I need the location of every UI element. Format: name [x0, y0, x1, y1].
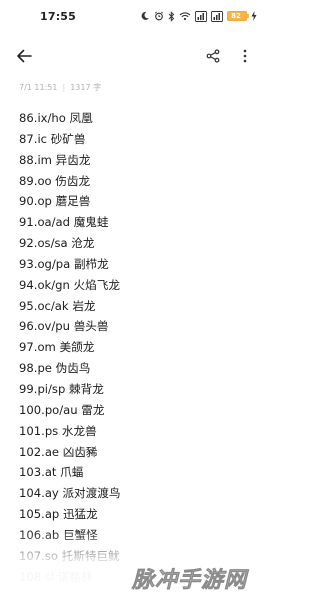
note-line: 98.pe 伪齿鸟: [19, 361, 91, 376]
note-toolbar: [0, 38, 269, 74]
share-button[interactable]: [201, 44, 225, 68]
note-line: 97.om 美颌龙: [19, 340, 95, 355]
charging-icon: [251, 10, 257, 22]
note-line: 93.og/pa 副栉龙: [19, 256, 109, 271]
status-time: 17:55: [40, 10, 77, 23]
note-line: 90.op 蘑足兽: [19, 194, 91, 209]
note-line: 87.ic 砂矿兽: [19, 131, 86, 146]
note-meta: 7/1 11:51 | 1317 字: [19, 82, 101, 93]
note-line: 92.os/sa 沧龙: [19, 236, 95, 251]
note-line: 95.oc/ak 岩龙: [19, 298, 96, 313]
note-line: 102.ae 凶齿豨: [19, 444, 98, 459]
moon-icon: [140, 10, 150, 22]
arrow-left-icon: [17, 49, 32, 63]
signal-bars-icon: [211, 10, 223, 22]
watermark-text: 脉冲手游网: [132, 568, 248, 594]
share-icon: [206, 49, 220, 63]
watermark: 脉冲手游网: [132, 558, 266, 598]
note-line: 91.oa/ad 魔鬼蛙: [19, 215, 109, 230]
battery-indicator: 82: [227, 11, 249, 21]
note-line: 104.ay 派对渡渡鸟: [19, 486, 121, 501]
note-line: 106.ab 巨蟹怪: [19, 527, 98, 542]
note-body[interactable]: 86.ix/ho 凤凰 87.ic 砂矿兽 88.im 异齿龙 89.oo 伤齿…: [19, 108, 259, 587]
note-line: 100.po/au 雷龙: [19, 402, 105, 417]
battery-icon: 82: [227, 10, 249, 22]
bluetooth-icon: [168, 10, 175, 22]
more-options-button[interactable]: [235, 44, 255, 68]
note-date: 7/1 11:51: [19, 83, 58, 92]
note-line: 99.pi/sp 棘背龙: [19, 381, 104, 396]
note-line: 105.ap 迅猛龙: [19, 507, 98, 522]
note-line: 86.ix/ho 凤凰: [19, 111, 93, 125]
battery-level: 82: [231, 12, 241, 20]
more-vertical-icon: [243, 49, 247, 63]
meta-separator: |: [62, 83, 66, 92]
alarm-icon: [154, 10, 164, 22]
note-line: 96.ov/pu 兽头兽: [19, 319, 109, 334]
note-line: 94.ok/gn 火焰飞龙: [19, 277, 120, 292]
signal-hd-icon: [195, 10, 207, 22]
wifi-icon: [179, 10, 191, 22]
note-line: 89.oo 伤齿龙: [19, 173, 91, 188]
note-line: 88.im 异齿龙: [19, 152, 91, 167]
back-button[interactable]: [12, 44, 36, 68]
note-line: 103.at 爪蝠: [19, 465, 84, 480]
note-word-count: 1317 字: [70, 83, 102, 92]
note-line: 101.ps 水龙兽: [19, 423, 97, 438]
status-bar: 17:55 82: [0, 0, 269, 34]
status-icons: 82: [140, 9, 257, 23]
note-detail-screen: 17:55 82 7/1 11:51 | 1317 字 86.ix/ho 凤凰 …: [0, 0, 269, 600]
